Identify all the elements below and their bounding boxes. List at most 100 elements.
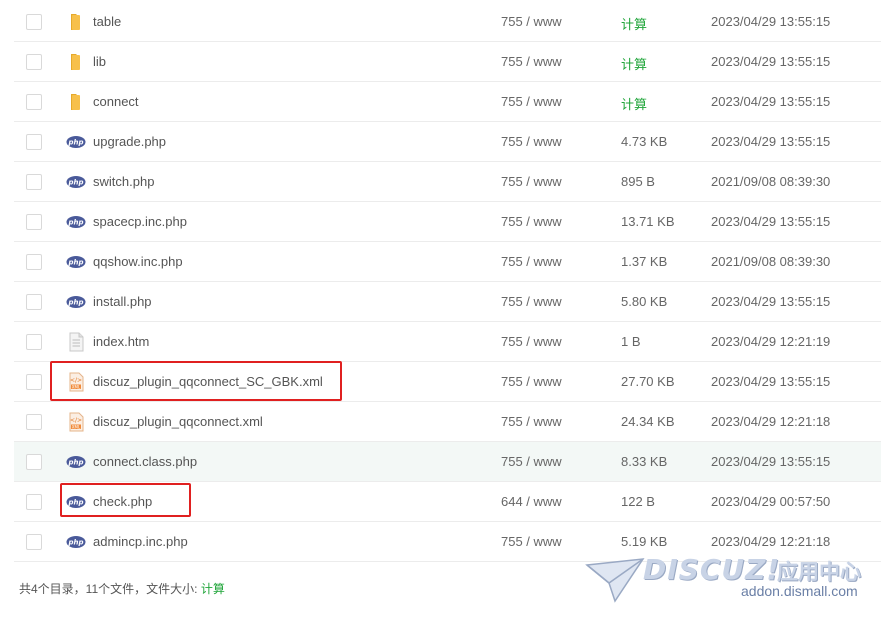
file-permission[interactable]: 755 / www [501,534,562,549]
directory-summary: 共4个目录，11个文件，文件大小: 计算 [19,580,225,597]
php-file-icon: php [66,492,86,512]
file-name[interactable]: admincp.inc.php [93,534,188,549]
svg-text:php: php [67,499,83,507]
php-file-icon: php [66,132,86,152]
file-modified-time: 2023/04/29 12:21:18 [711,414,831,429]
file-modified-time: 2023/04/29 13:55:15 [711,454,831,469]
file-permission[interactable]: 755 / www [501,414,562,429]
svg-text:</>: </> [70,417,82,424]
file-size: 8.33 KB [621,454,668,469]
file-row[interactable]: php upgrade.php 755 / www 4.73 KB 2023/04/29… [14,122,881,162]
file-permission[interactable]: 755 / www [501,334,562,349]
row-checkbox[interactable] [26,294,42,310]
file-size: 4.73 KB [621,134,668,149]
row-checkbox[interactable] [26,414,42,430]
php-file-icon: php [66,212,86,232]
file-permission[interactable]: 755 / www [501,214,562,229]
file-row[interactable]: php switch.php 755 / www 895 B 2021/09/08 08… [14,162,881,202]
php-file-icon: php [66,172,86,192]
php-file-icon: php [66,252,86,272]
paper-plane-logo-icon [585,558,645,603]
file-name[interactable]: table [93,14,121,29]
file-row[interactable]: table 755 / www 计算 2023/04/29 13:55:15 [14,2,881,42]
file-modified-time: 2023/04/29 13:55:15 [711,94,831,109]
file-row[interactable]: php check.php 644 / www 122 B 2023/04/29 00:… [14,482,881,522]
file-row[interactable]: lib 755 / www 计算 2023/04/29 13:55:15 [14,42,881,82]
svg-text:</>: </> [70,377,82,384]
file-name[interactable]: spacecp.inc.php [93,214,187,229]
file-name[interactable]: connect.class.php [93,454,197,469]
folder-icon [66,52,86,72]
watermark-brand: DISCUZ! [643,553,781,586]
svg-text:XML: XML [72,384,81,389]
file-list-table: table 755 / www 计算 2023/04/29 13:55:15 lib 75… [14,2,881,562]
file-modified-time: 2023/04/29 00:57:50 [711,494,831,509]
row-checkbox[interactable] [26,534,42,550]
folder-icon [66,92,86,112]
calc-size-link[interactable]: 计算 [621,54,647,73]
file-modified-time: 2023/04/29 13:55:15 [711,54,831,69]
file-size: 27.70 KB [621,374,675,389]
file-permission[interactable]: 755 / www [501,94,562,109]
file-permission[interactable]: 755 / www [501,54,562,69]
text-file-icon [66,332,86,352]
file-permission[interactable]: 755 / www [501,374,562,389]
file-row[interactable]: connect 755 / www 计算 2023/04/29 13:55:15 [14,82,881,122]
file-permission[interactable]: 755 / www [501,294,562,309]
row-checkbox[interactable] [26,374,42,390]
file-modified-time: 2023/04/29 13:55:15 [711,374,831,389]
file-permission[interactable]: 755 / www [501,14,562,29]
file-name[interactable]: check.php [93,494,152,509]
file-permission[interactable]: 755 / www [501,454,562,469]
file-size: 1 B [621,334,641,349]
file-name[interactable]: install.php [93,294,152,309]
file-permission[interactable]: 755 / www [501,134,562,149]
file-size: 13.71 KB [621,214,675,229]
file-row[interactable]: index.htm 755 / www 1 B 2023/04/29 12:21:19 [14,322,881,362]
row-checkbox[interactable] [26,494,42,510]
row-checkbox[interactable] [26,334,42,350]
file-row[interactable]: php connect.class.php 755 / www 8.33 KB 2023… [14,442,881,482]
file-modified-time: 2023/04/29 13:55:15 [711,294,831,309]
file-name[interactable]: connect [93,94,139,109]
calc-total-size-link[interactable]: 计算 [201,582,225,596]
row-checkbox[interactable] [26,254,42,270]
svg-text:php: php [67,539,83,547]
row-checkbox[interactable] [26,14,42,30]
row-checkbox[interactable] [26,174,42,190]
row-checkbox[interactable] [26,94,42,110]
file-permission[interactable]: 755 / www [501,174,562,189]
file-name[interactable]: switch.php [93,174,154,189]
svg-text:php: php [67,179,83,187]
file-name[interactable]: qqshow.inc.php [93,254,183,269]
file-permission[interactable]: 755 / www [501,254,562,269]
calc-size-link[interactable]: 计算 [621,94,647,113]
watermark-cn: 应用中心 [777,561,861,584]
file-modified-time: 2023/04/29 12:21:18 [711,534,831,549]
file-row[interactable]: </> XML discuz_plugin_qqconnect.xml 755 / w… [14,402,881,442]
row-checkbox[interactable] [26,454,42,470]
row-checkbox[interactable] [26,54,42,70]
file-name[interactable]: index.htm [93,334,149,349]
folder-icon [66,12,86,32]
file-row[interactable]: php install.php 755 / www 5.80 KB 2023/04/29… [14,282,881,322]
file-row[interactable]: php spacecp.inc.php 755 / www 13.71 KB 2023/… [14,202,881,242]
file-permission[interactable]: 644 / www [501,494,562,509]
row-checkbox[interactable] [26,214,42,230]
svg-text:php: php [67,139,83,147]
xml-file-icon: </> XML [66,412,86,432]
row-checkbox[interactable] [26,134,42,150]
file-size: 895 B [621,174,655,189]
summary-text: 共4个目录，11个文件，文件大小: [19,582,201,596]
svg-text:php: php [67,299,83,307]
php-file-icon: php [66,452,86,472]
file-modified-time: 2023/04/29 13:55:15 [711,134,831,149]
file-name[interactable]: lib [93,54,106,69]
file-name[interactable]: discuz_plugin_qqconnect_SC_GBK.xml [93,374,323,389]
file-row[interactable]: </> XML discuz_plugin_qqconnect_SC_GBK.xml… [14,362,881,402]
file-name[interactable]: discuz_plugin_qqconnect.xml [93,414,263,429]
calc-size-link[interactable]: 计算 [621,14,647,33]
file-name[interactable]: upgrade.php [93,134,166,149]
file-row[interactable]: php qqshow.inc.php 755 / www 1.37 KB 2021/09… [14,242,881,282]
file-size: 5.19 KB [621,534,668,549]
